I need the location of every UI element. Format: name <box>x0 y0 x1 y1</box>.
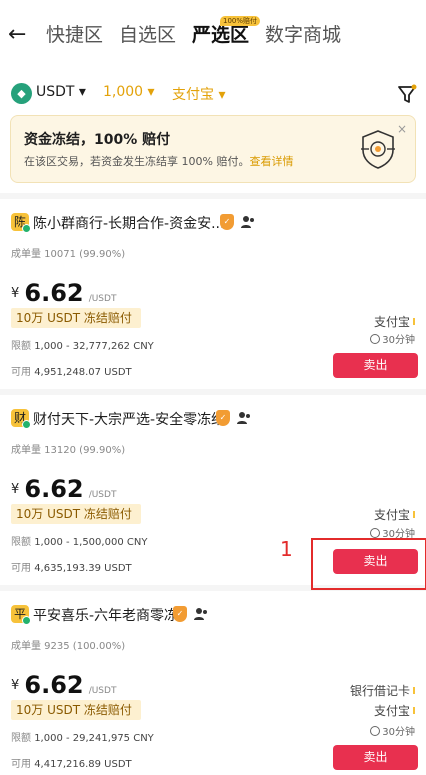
clock-icon <box>370 528 381 538</box>
limit-row: 限额 1,000 - 32,777,262 CNY <box>11 337 154 352</box>
price-unit: /USDT <box>88 294 117 304</box>
guarantee-badge: 10万 USDT 冻结赔付 <box>11 700 141 720</box>
listing-card: 平 平安喜乐-六年老商零冻 ✓ 成单量 9235 (100.00%) ¥ 6.6… <box>0 592 426 775</box>
sell-button[interactable]: 卖出 <box>333 353 418 378</box>
payment-method: 银行借记卡 <box>350 682 415 699</box>
available-key: 可用 <box>11 563 31 574</box>
usdt-diamond-icon: ◆ <box>11 83 32 104</box>
limit-key: 限额 <box>11 537 31 548</box>
merchant-name[interactable]: 平安喜乐-六年老商零冻 <box>33 605 178 625</box>
filter-funnel-icon[interactable] <box>396 82 418 106</box>
payment-method: 支付宝 <box>374 313 415 330</box>
banner-subtitle: 在该区交易，若资金发生冻结享 100% 赔付。查看详情 <box>24 153 293 169</box>
close-icon[interactable]: × <box>397 122 407 136</box>
price-unit: /USDT <box>88 490 117 500</box>
annotation-highlight-box <box>311 538 426 590</box>
online-status-dot <box>22 224 31 233</box>
tab-digital-mall[interactable]: 数字商城 <box>265 22 341 48</box>
clock-icon <box>370 726 381 736</box>
filter-bar: ◆ USDT ▾ 1,000 ▾ 支付宝 ▾ <box>0 78 426 108</box>
available-row: 可用 4,417,216.89 USDT <box>11 755 132 770</box>
merchant-name[interactable]: 财付天下-大宗严选-安全零冻结 <box>33 409 225 429</box>
tab-custom[interactable]: 自选区 <box>119 22 176 48</box>
clock-icon <box>370 334 381 344</box>
payment-time: 30分钟 <box>370 723 415 738</box>
guarantee-banner: 资金冻结，100% 赔付 在该区交易，若资金发生冻结享 100% 赔付。查看详情… <box>10 115 416 183</box>
payment-color-bar <box>413 707 415 714</box>
top-nav: ← 快捷区 自选区 严选区 100%赔付 数字商城 <box>0 0 426 70</box>
price: ¥ 6.62 /USDT <box>11 279 116 309</box>
payment-color-bar <box>413 687 415 694</box>
price-value: 6.62 <box>24 475 84 503</box>
sell-button[interactable]: 卖出 <box>333 745 418 770</box>
verified-shield-icon: ✓ <box>216 410 230 426</box>
time-value: 30分钟 <box>382 335 415 346</box>
trade-count: 成单量 13120 (99.90%) <box>11 445 126 456</box>
price: ¥ 6.62 /USDT <box>11 671 116 701</box>
guarantee-badge: 10万 USDT 冻结赔付 <box>11 308 141 328</box>
verified-shield-icon: ✓ <box>220 214 234 230</box>
available-key: 可用 <box>11 367 31 378</box>
back-arrow-icon[interactable]: ← <box>8 20 34 50</box>
available-key: 可用 <box>11 759 31 770</box>
available-row: 可用 4,951,248.07 USDT <box>11 363 132 378</box>
payment-label: 支付宝 <box>373 704 410 718</box>
listing-card: 陈 陈小群商行-长期合作-资金安... ✓ 成单量 10071 (99.90%)… <box>0 200 426 390</box>
trade-count: 成单量 9235 (100.00%) <box>11 641 126 652</box>
coin-selector[interactable]: USDT ▾ <box>36 84 86 100</box>
shield-icon <box>361 130 395 169</box>
amount-selector[interactable]: 1,000 ▾ <box>103 84 155 100</box>
available-value: 4,951,248.07 USDT <box>34 367 132 378</box>
limit-row: 限额 1,000 - 29,241,975 CNY <box>11 729 154 744</box>
payment-color-bar <box>413 318 415 325</box>
price-value: 6.62 <box>24 279 84 307</box>
banner-subtitle-text: 在该区交易，若资金发生冻结享 100% 赔付。 <box>24 155 250 168</box>
payment-method: 支付宝 <box>374 506 415 523</box>
annotation-label: 1 <box>280 537 293 561</box>
limit-row: 限额 1,000 - 1,500,000 CNY <box>11 533 147 548</box>
available-value: 4,635,193.39 USDT <box>34 563 132 574</box>
payment-color-bar <box>413 511 415 518</box>
currency-symbol: ¥ <box>11 678 20 693</box>
verified-shield-icon: ✓ <box>173 606 187 622</box>
payment-label: 支付宝 <box>373 508 410 522</box>
divider <box>0 193 426 199</box>
price: ¥ 6.62 /USDT <box>11 475 116 505</box>
payment-time: 30分钟 <box>370 331 415 346</box>
trade-count: 成单量 10071 (99.90%) <box>11 249 126 260</box>
payment-selector[interactable]: 支付宝 ▾ <box>172 84 225 104</box>
limit-value: 1,000 - 32,777,262 CNY <box>34 341 154 352</box>
price-value: 6.62 <box>24 671 84 699</box>
available-row: 可用 4,635,193.39 USDT <box>11 559 132 574</box>
amount-label: 1,000 <box>103 84 144 100</box>
limit-key: 限额 <box>11 733 31 744</box>
limit-value: 1,000 - 1,500,000 CNY <box>34 537 148 548</box>
tab-badge: 100%赔付 <box>220 16 261 26</box>
divider <box>0 389 426 395</box>
tab-quick[interactable]: 快捷区 <box>46 22 103 48</box>
limit-key: 限额 <box>11 341 31 352</box>
banner-details-link[interactable]: 查看详情 <box>249 155 293 168</box>
available-value: 4,417,216.89 USDT <box>34 759 132 770</box>
payment-method: 支付宝 <box>374 702 415 719</box>
merchant-name[interactable]: 陈小群商行-长期合作-资金安... <box>33 213 224 233</box>
price-unit: /USDT <box>88 686 117 696</box>
currency-symbol: ¥ <box>11 286 20 301</box>
users-icon <box>237 412 250 424</box>
guarantee-badge: 10万 USDT 冻结赔付 <box>11 504 141 524</box>
time-value: 30分钟 <box>382 727 415 738</box>
online-status-dot <box>22 616 31 625</box>
users-icon <box>241 216 254 228</box>
banner-title: 资金冻结，100% 赔付 <box>24 132 171 148</box>
payment-label: 支付宝 <box>172 87 214 103</box>
payment-label: 银行借记卡 <box>349 684 410 698</box>
payment-label: 支付宝 <box>373 315 410 329</box>
coin-label: USDT <box>36 84 75 100</box>
users-icon <box>194 608 207 620</box>
online-status-dot <box>22 420 31 429</box>
limit-value: 1,000 - 29,241,975 CNY <box>34 733 154 744</box>
currency-symbol: ¥ <box>11 482 20 497</box>
